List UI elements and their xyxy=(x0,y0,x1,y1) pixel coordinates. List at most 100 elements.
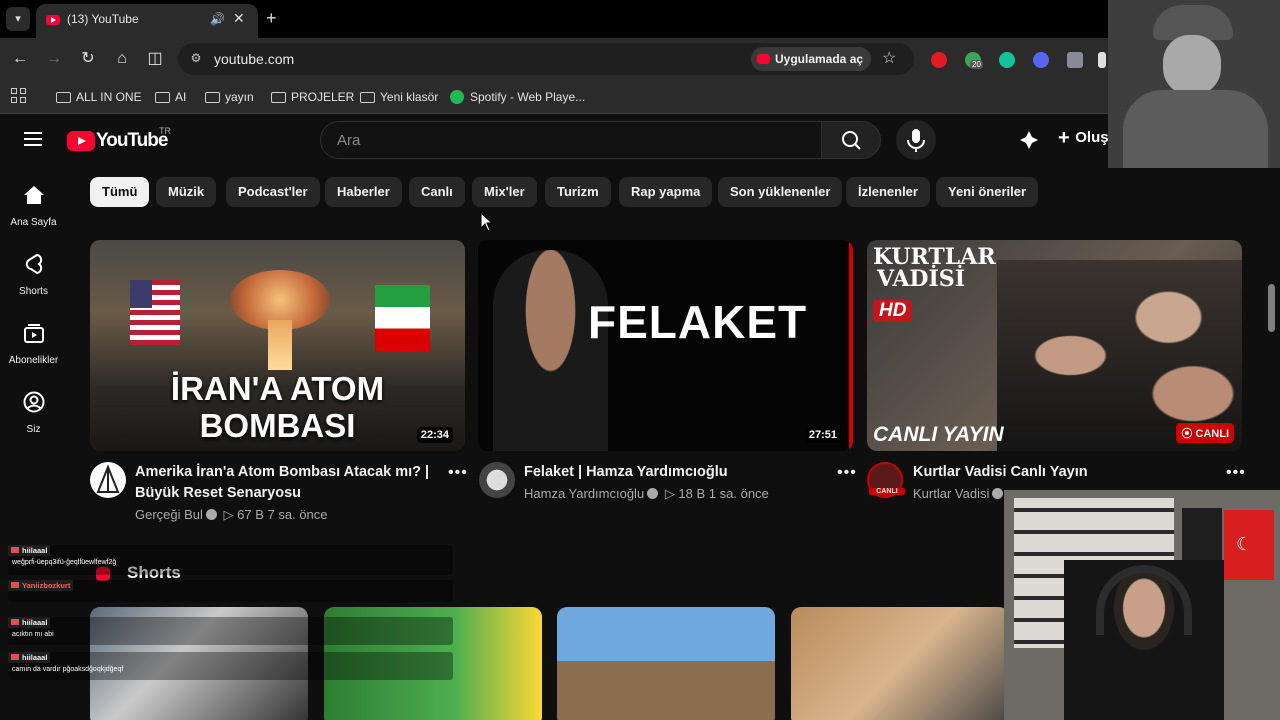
red-accent-bar xyxy=(849,240,853,451)
video-meta: Gerçeği Bul ▷ 67 B 7 sa. önce xyxy=(135,507,328,523)
folder-icon xyxy=(271,92,286,103)
chat-user-label: Yaniizbozkurt xyxy=(22,581,71,590)
shield-icon[interactable] xyxy=(1067,52,1083,68)
chat-text: camın da vardır pğoaksdğoqkjdğeqf xyxy=(12,666,124,673)
bookmark-ai[interactable]: AI xyxy=(155,87,186,107)
chat-badge-icon xyxy=(11,582,19,588)
back-button[interactable]: ← xyxy=(8,47,32,71)
bookmark-spotify[interactable]: Spotify - Web Playe... xyxy=(450,87,585,107)
chip-live[interactable]: Canlı xyxy=(409,177,465,207)
short-thumbnail[interactable] xyxy=(557,607,775,720)
sidebar-item-subscriptions[interactable]: Abonelikler xyxy=(0,322,67,366)
sparkle-icon[interactable] xyxy=(1018,129,1040,151)
chat-badge-icon xyxy=(11,619,19,625)
browser-tab[interactable]: (13) YouTube 🔊 ✕ xyxy=(36,4,258,38)
open-in-app-button[interactable]: Uygulamada aç xyxy=(751,47,872,71)
reload-button[interactable]: ↻ xyxy=(76,47,100,71)
avatar-live-badge: CANLI xyxy=(869,488,905,495)
chip-news[interactable]: Haberler xyxy=(325,177,402,207)
you-icon xyxy=(23,391,44,413)
chat-username: hiilaaal xyxy=(8,545,51,556)
search-input[interactable] xyxy=(321,122,821,158)
chat-message: Yaniizbozkurt xyxy=(8,580,453,602)
chip-podcasts[interactable]: Podcast'ler xyxy=(226,177,320,207)
bookmark-star-icon[interactable]: ☆ xyxy=(882,48,896,68)
chip-tourism[interactable]: Turizm xyxy=(545,177,611,207)
more-options-icon[interactable]: ••• xyxy=(1226,464,1246,482)
video-title[interactable]: Kurtlar Vadisi Canlı Yayın xyxy=(913,462,1213,483)
more-options-icon[interactable]: ••• xyxy=(837,464,857,482)
channel-logo-icon xyxy=(96,464,120,493)
video-title[interactable]: Felaket | Hamza Yardımcıoğlu xyxy=(524,462,824,483)
chat-username: hiilaaal xyxy=(8,617,51,628)
tab-title: (13) YouTube xyxy=(67,12,139,26)
channel-name[interactable]: Hamza Yardımcıoğlu xyxy=(524,486,644,501)
portrait-uniform xyxy=(1123,90,1268,168)
chip-all[interactable]: Tümü xyxy=(90,177,150,207)
tab-search-button[interactable]: ▾ xyxy=(6,7,30,31)
search-button[interactable] xyxy=(821,121,881,159)
chip-music[interactable]: Müzik xyxy=(156,177,217,207)
channel-name[interactable]: Gerçeği Bul xyxy=(135,507,203,522)
bookmark-projeler[interactable]: PROJELER xyxy=(271,87,354,107)
menu-icon[interactable] xyxy=(24,132,44,148)
sidebar-item-shorts[interactable]: Shorts xyxy=(0,253,67,297)
stream-chat-overlay: hiilaaal weğprfi-üepq3ifü-ğeqlfüewlfewf2… xyxy=(8,525,458,685)
youtube-logo[interactable]: YouTube TR xyxy=(67,126,187,153)
create-button[interactable]: + Oluş xyxy=(1058,127,1109,150)
verified-icon xyxy=(205,509,217,520)
new-tab-button[interactable]: + xyxy=(266,8,277,29)
subscriptions-icon xyxy=(23,324,44,343)
extension-red-icon[interactable] xyxy=(931,52,947,68)
url-text[interactable]: youtube.com xyxy=(214,51,294,67)
channel-avatar[interactable]: CANLI xyxy=(867,462,905,498)
video-title[interactable]: Amerika İran'a Atom Bombası Atacak mı? |… xyxy=(135,462,435,504)
more-options-icon[interactable]: ••• xyxy=(448,464,468,482)
bookmark-label: Spotify - Web Playe... xyxy=(470,90,586,104)
speaker-icon[interactable]: 🔊 xyxy=(210,12,225,26)
create-label: Oluş xyxy=(1075,129,1109,146)
short-thumbnail[interactable] xyxy=(791,607,1009,720)
chip-watched[interactable]: İzlenenler xyxy=(846,177,930,207)
video-thumbnail[interactable]: İRAN'A ATOM BOMBASI 22:34 xyxy=(90,240,465,451)
bookmark-all-in-one[interactable]: ALL IN ONE xyxy=(56,87,142,107)
view-count: ▷ 18 B xyxy=(664,486,706,501)
show-title: KURTLAR VADİSİ xyxy=(873,246,996,290)
spotify-icon xyxy=(450,90,464,104)
chat-username: hiilaaal xyxy=(8,652,51,663)
bookmark-yeni-klasor[interactable]: Yeni klasör xyxy=(360,87,438,107)
channel-name[interactable]: Kurtlar Vadisi xyxy=(913,486,989,501)
apps-grid-icon[interactable] xyxy=(11,88,27,104)
split-view-button[interactable]: ◫ xyxy=(143,47,167,71)
portrait-face xyxy=(1163,35,1221,95)
channel-avatar[interactable] xyxy=(479,462,515,498)
video-thumbnail[interactable]: KURTLAR VADİSİ HD CANLI YAYIN ⦿ CANLI xyxy=(867,240,1242,451)
chip-rap[interactable]: Rap yapma xyxy=(619,177,713,207)
video-thumbnail[interactable]: FELAKET 27:51 xyxy=(478,240,853,451)
home-button[interactable]: ⌂ xyxy=(110,47,134,71)
sidebar-item-home[interactable]: Ana Sayfa xyxy=(0,184,67,228)
chat-badge-icon xyxy=(11,547,19,553)
site-info-icon[interactable]: ⚙ xyxy=(188,51,204,67)
logo-country: TR xyxy=(159,126,171,136)
bookmark-label: yayın xyxy=(225,90,254,104)
bookmark-label: AI xyxy=(175,90,187,104)
forward-button[interactable]: → xyxy=(42,47,66,71)
duration-badge: 27:51 xyxy=(804,427,841,443)
grammarly-icon[interactable] xyxy=(999,52,1015,68)
chip-recent[interactable]: Son yüklenenler xyxy=(718,177,843,207)
chat-message: hiilaaal camın da vardır pğoaksdğoqkjdğe… xyxy=(8,652,453,680)
bookmark-yayin[interactable]: yayın xyxy=(205,87,254,107)
live-badge-label: CANLI xyxy=(1195,428,1229,440)
chip-mixes[interactable]: Mix'ler xyxy=(472,177,537,207)
extensions-puzzle-icon[interactable] xyxy=(1098,52,1106,68)
voice-search-button[interactable] xyxy=(896,120,936,160)
chip-new-recommendations[interactable]: Yeni öneriler xyxy=(936,177,1039,207)
sidebar-item-you[interactable]: Siz xyxy=(0,391,67,435)
page-scrollbar[interactable] xyxy=(1268,284,1275,332)
close-tab-icon[interactable]: ✕ xyxy=(233,10,245,27)
headline-line: İRAN'A ATOM xyxy=(170,370,385,407)
discord-icon[interactable] xyxy=(1033,52,1049,68)
address-bar[interactable]: ⚙ youtube.com Uygulamada aç ☆ xyxy=(178,43,914,75)
channel-avatar[interactable] xyxy=(90,462,126,498)
